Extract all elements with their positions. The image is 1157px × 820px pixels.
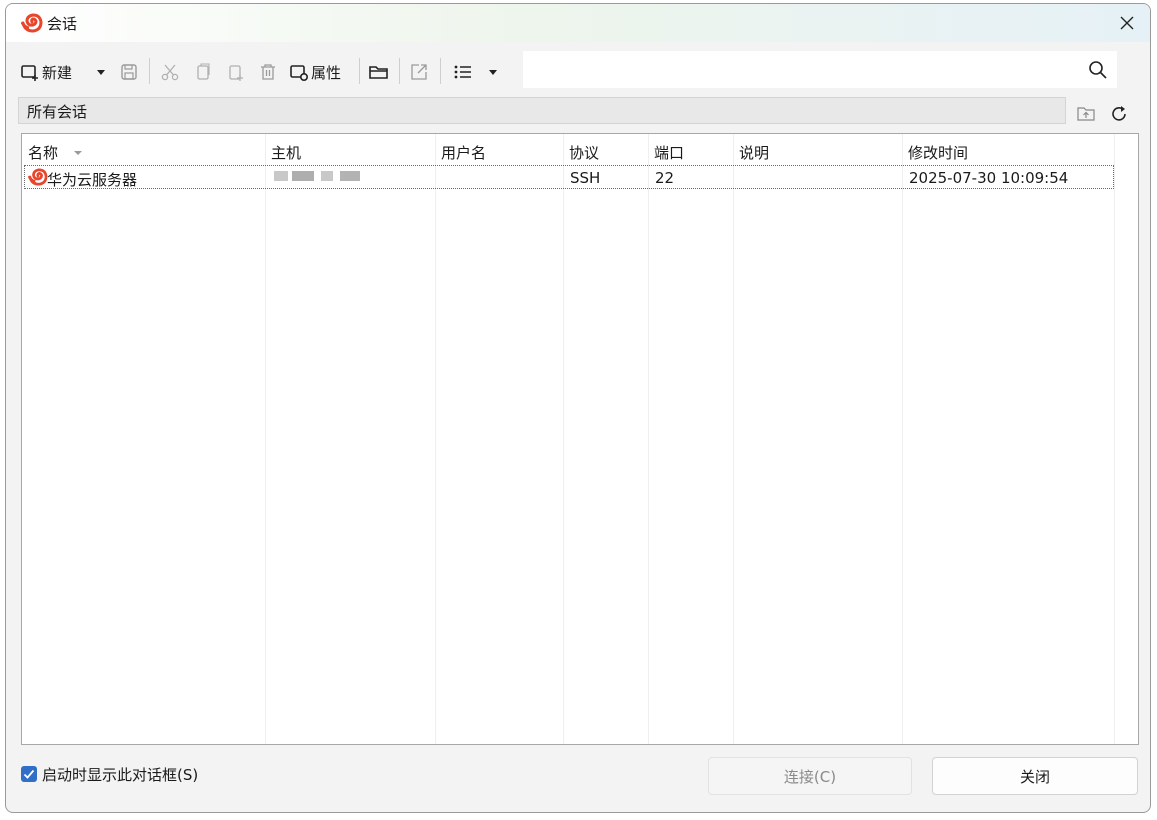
- column-divider: [902, 134, 903, 744]
- checkmark-icon: [23, 769, 35, 779]
- export-icon: [411, 64, 427, 80]
- column-header-name[interactable]: 名称: [28, 142, 58, 163]
- column-divider: [265, 134, 266, 744]
- save-icon: [121, 64, 137, 80]
- new-button-label: 新建: [42, 63, 73, 82]
- paste-button[interactable]: [226, 60, 246, 84]
- path-bar: 所有会话: [18, 97, 1066, 124]
- session-name: 华为云服务器: [47, 171, 138, 189]
- toolbar-separator: [399, 58, 400, 84]
- refresh-icon[interactable]: [1109, 104, 1129, 124]
- window-title: 会话: [47, 15, 78, 33]
- properties-button[interactable]: 属性: [289, 60, 341, 84]
- column-header-username[interactable]: 用户名: [441, 142, 486, 163]
- export-button[interactable]: [409, 60, 429, 84]
- view-mode-button[interactable]: [452, 60, 474, 84]
- column-header-host[interactable]: 主机: [271, 142, 301, 163]
- copy-icon: [197, 63, 210, 80]
- paste-icon: [229, 65, 243, 81]
- toolbar-separator: [440, 58, 441, 84]
- delete-button[interactable]: [258, 60, 278, 84]
- save-button[interactable]: [119, 60, 139, 84]
- copy-button[interactable]: [193, 60, 213, 84]
- app-logo-icon: [21, 13, 43, 33]
- session-protocol: SSH: [570, 169, 601, 187]
- sort-descending-icon: [74, 151, 82, 155]
- open-folder-button[interactable]: [368, 60, 390, 84]
- session-dialog: 会话 新建 属性 所有会话 名称 主机 用户名 协议 端口 说明 修改时间 华为…: [5, 3, 1151, 813]
- folder-up-icon[interactable]: [1076, 104, 1096, 124]
- column-divider: [733, 134, 734, 744]
- properties-icon: [290, 65, 309, 82]
- session-port: 22: [655, 169, 675, 187]
- column-header-description[interactable]: 说明: [739, 142, 769, 163]
- toolbar: 新建 属性: [6, 42, 1150, 97]
- view-mode-dropdown[interactable]: [487, 60, 499, 84]
- open-folder-icon: [369, 66, 388, 79]
- show-on-startup-checkbox[interactable]: [21, 766, 37, 782]
- column-divider: [563, 134, 564, 744]
- session-modified: 2025-07-30 10:09:54: [909, 169, 1069, 187]
- close-icon[interactable]: [1114, 10, 1140, 36]
- table-row[interactable]: 华为云服务器 SSH 22 2025-07-30 10:09:54: [24, 165, 1114, 189]
- show-on-startup-label[interactable]: 启动时显示此对话框(S): [42, 764, 198, 785]
- search-icon[interactable]: [1087, 59, 1109, 81]
- column-header-port[interactable]: 端口: [654, 142, 684, 163]
- properties-button-label: 属性: [311, 63, 342, 82]
- current-folder-label: 所有会话: [27, 103, 88, 121]
- search-input[interactable]: [523, 51, 1117, 88]
- toolbar-separator: [149, 58, 150, 84]
- dropdown-arrow-icon: [97, 70, 105, 75]
- toolbar-separator: [359, 58, 360, 84]
- close-button[interactable]: 关闭: [932, 757, 1138, 795]
- dropdown-arrow-icon: [489, 70, 497, 75]
- column-divider: [648, 134, 649, 744]
- cut-icon: [161, 64, 179, 81]
- new-dropdown[interactable]: [95, 60, 107, 84]
- column-header-modified[interactable]: 修改时间: [908, 142, 968, 163]
- new-session-icon: [21, 65, 38, 81]
- session-table: 名称 主机 用户名 协议 端口 说明 修改时间 华为云服务器 SSH 22 20…: [21, 133, 1139, 745]
- delete-icon: [261, 64, 275, 80]
- list-view-icon: [454, 65, 471, 79]
- column-divider: [435, 134, 436, 744]
- column-divider: [1114, 134, 1115, 744]
- title-bar: 会话: [6, 4, 1150, 42]
- connect-button[interactable]: 连接(C): [708, 757, 912, 795]
- new-button[interactable]: 新建: [20, 60, 72, 84]
- session-icon: [28, 168, 48, 186]
- column-header-protocol[interactable]: 协议: [569, 142, 599, 163]
- cut-button[interactable]: [160, 60, 180, 84]
